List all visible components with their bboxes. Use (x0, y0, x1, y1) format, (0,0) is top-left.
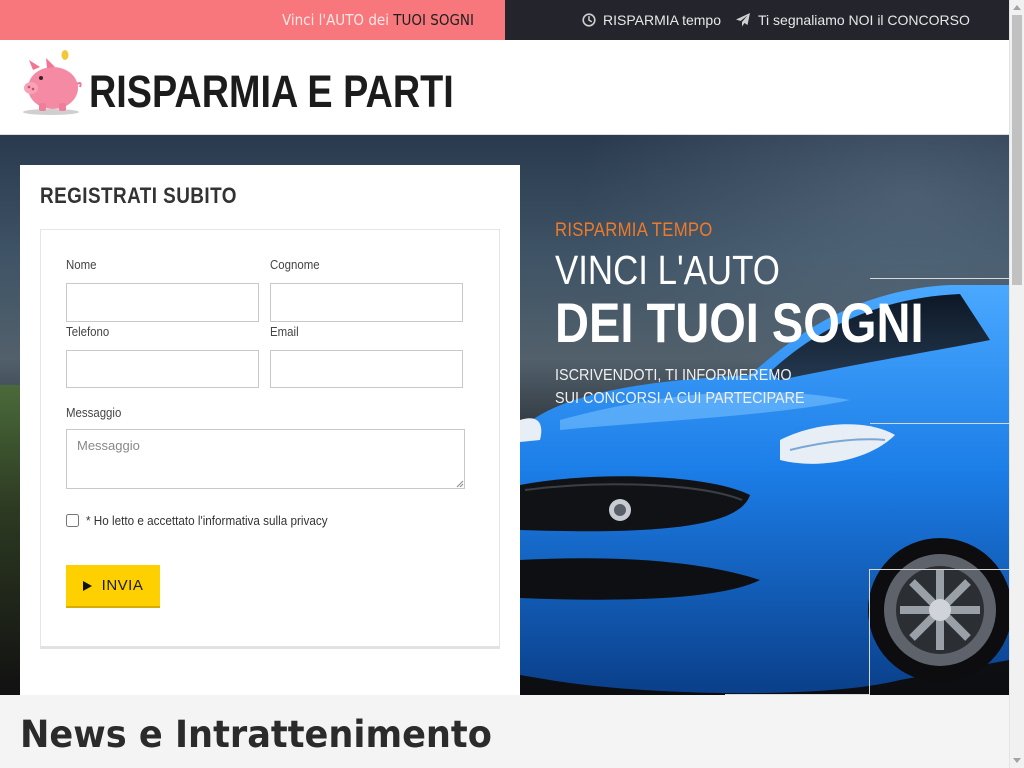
email-label: Email (270, 324, 299, 339)
hero-subtitle-line1: ISCRIVENDOTI, TI INFORMEREMO (555, 367, 792, 384)
topbar-item-save-time[interactable]: RISPARMIA tempo (582, 12, 721, 28)
nome-input[interactable] (66, 283, 259, 322)
decorative-line (869, 569, 870, 695)
privacy-checkbox[interactable] (66, 514, 79, 527)
telefono-input[interactable] (66, 350, 259, 388)
promo-highlight: TUOI SOGNI (393, 11, 474, 29)
page-scrollbar[interactable] (1009, 0, 1024, 768)
promo-strip[interactable]: Vinci l'AUTO dei TUOI SOGNI (0, 0, 505, 40)
site-logo-text[interactable]: RISPARMIA E PARTI (89, 66, 454, 118)
play-icon (82, 580, 92, 591)
promo-prefix: Vinci l'AUTO dei (281, 11, 389, 29)
scroll-down-icon[interactable] (1013, 758, 1021, 763)
topbar-item-label: Ti segnaliamo NOI il CONCORSO (758, 12, 970, 28)
registration-title: REGISTRATI SUBITO (40, 183, 237, 208)
form-box-underline (40, 646, 500, 649)
topbar-info: RISPARMIA tempo Ti segnaliamo NOI il CON… (505, 0, 1009, 40)
submit-button[interactable]: INVIA (66, 565, 160, 608)
clock-icon (582, 13, 596, 27)
decorative-line (870, 423, 1009, 424)
hero-text-block: RISPARMIA TEMPO VINCI L'AUTO DEI TUOI SO… (555, 220, 994, 410)
privacy-consent[interactable]: * Ho letto e accettato l'informativa sul… (66, 513, 354, 528)
resize-grip-icon[interactable] (456, 480, 464, 488)
decorative-line (870, 278, 1009, 279)
submit-label: INVIA (101, 577, 144, 594)
email-input[interactable] (270, 350, 463, 388)
cognome-input[interactable] (270, 283, 463, 322)
top-bar: Vinci l'AUTO dei TUOI SOGNI RISPARMIA te… (0, 0, 1009, 40)
site-header: RISPARMIA E PARTI (0, 40, 1009, 135)
scrollbar-thumb[interactable] (1012, 15, 1022, 285)
paper-plane-icon (736, 13, 751, 27)
scroll-up-icon[interactable] (1013, 5, 1021, 10)
cognome-label: Cognome (270, 257, 320, 272)
hero-title-line1: VINCI L'AUTO (555, 247, 780, 293)
hero-kicker: RISPARMIA TEMPO (555, 220, 713, 241)
hero-title-line2: DEI TUOI SOGNI (555, 291, 924, 354)
messaggio-label: Messaggio (66, 405, 122, 420)
news-section-title: News e Intrattenimento (20, 713, 492, 756)
hero-subtitle-line2: SUI CONCORSI A CUI PARTECIPARE (555, 390, 805, 407)
topbar-item-contest[interactable]: Ti segnaliamo NOI il CONCORSO (735, 12, 970, 28)
topbar-item-label: RISPARMIA tempo (603, 12, 722, 28)
news-section: News e Intrattenimento (0, 695, 1009, 768)
nome-label: Nome (66, 257, 97, 272)
registration-form: Nome Cognome Telefono Email Messaggio * … (40, 229, 500, 647)
piggy-bank-icon[interactable] (19, 48, 83, 116)
privacy-label: * Ho letto e accettato l'informativa sul… (86, 513, 328, 528)
hero-subtitle: ISCRIVENDOTI, TI INFORMEREMO SUI CONCORS… (555, 364, 950, 410)
registration-card: REGISTRATI SUBITO Nome Cognome Telefono … (20, 165, 520, 695)
decorative-line (869, 569, 1009, 570)
telefono-label: Telefono (66, 324, 110, 339)
messaggio-textarea[interactable] (66, 429, 465, 489)
